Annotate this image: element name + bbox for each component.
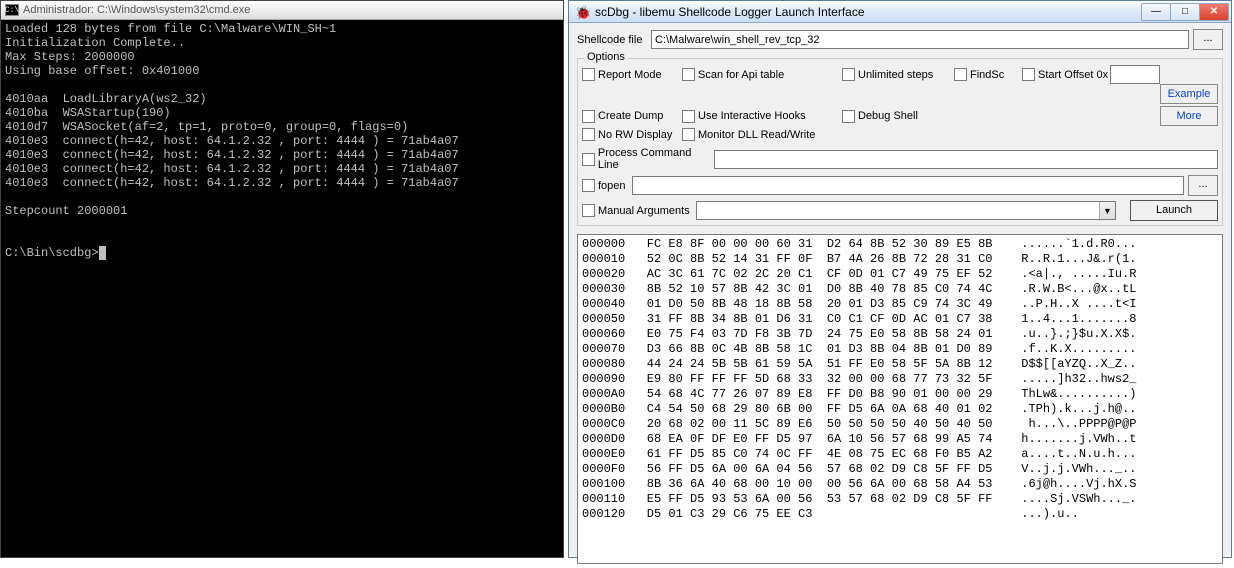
start-offset-input[interactable] xyxy=(1110,65,1160,84)
window-buttons: — □ ✕ xyxy=(1142,3,1229,21)
shellcode-file-label: Shellcode file xyxy=(577,34,647,46)
use-hooks-checkbox[interactable]: Use Interactive Hooks xyxy=(682,110,842,123)
monitor-dll-checkbox[interactable]: Monitor DLL Read/Write xyxy=(682,128,815,141)
cmd-output[interactable]: Loaded 128 bytes from file C:\Malware\WI… xyxy=(1,20,563,262)
minimize-button[interactable]: — xyxy=(1141,3,1171,21)
report-mode-checkbox[interactable]: Report Mode xyxy=(582,68,682,81)
fopen-input[interactable] xyxy=(632,176,1184,195)
shellcode-file-input[interactable] xyxy=(651,30,1189,49)
process-cmdline-checkbox[interactable]: Process Command Line xyxy=(582,147,714,171)
cmd-window: C:\ Administrador: C:\Windows\system32\c… xyxy=(0,0,564,558)
bug-icon: 🐞 xyxy=(575,5,589,19)
fopen-checkbox[interactable]: fopen xyxy=(582,179,632,192)
options-legend: Options xyxy=(584,51,628,63)
hex-dump-output[interactable]: 000000 FC E8 8F 00 00 00 60 31 D2 64 8B … xyxy=(577,234,1223,564)
cmd-title: Administrador: C:\Windows\system32\cmd.e… xyxy=(23,4,250,16)
process-cmdline-input[interactable] xyxy=(714,150,1218,169)
findsc-checkbox[interactable]: FindSc xyxy=(954,68,1022,81)
start-offset-checkbox[interactable]: Start Offset 0x xyxy=(1022,68,1108,81)
maximize-button[interactable]: □ xyxy=(1170,3,1200,21)
scdbg-body: Shellcode file ... Options Report Mode S… xyxy=(569,23,1231,568)
scdbg-title: scDbg - libemu Shellcode Logger Launch I… xyxy=(595,5,865,19)
unlimited-steps-checkbox[interactable]: Unlimited steps xyxy=(842,68,954,81)
no-rw-checkbox[interactable]: No RW Display xyxy=(582,128,682,141)
scdbg-titlebar[interactable]: 🐞 scDbg - libemu Shellcode Logger Launch… xyxy=(569,1,1231,23)
shellcode-file-row: Shellcode file ... xyxy=(577,29,1223,50)
debug-shell-checkbox[interactable]: Debug Shell xyxy=(842,110,954,123)
more-button[interactable]: More xyxy=(1160,106,1218,126)
scan-api-checkbox[interactable]: Scan for Api table xyxy=(682,68,842,81)
options-frame: Options Report Mode Scan for Api table U… xyxy=(577,58,1223,226)
close-button[interactable]: ✕ xyxy=(1199,3,1229,21)
cmd-titlebar[interactable]: C:\ Administrador: C:\Windows\system32\c… xyxy=(1,1,563,20)
manual-args-checkbox[interactable]: Manual Arguments xyxy=(582,204,696,217)
chevron-down-icon: ▼ xyxy=(1099,202,1115,219)
scdbg-window: 🐞 scDbg - libemu Shellcode Logger Launch… xyxy=(568,0,1232,558)
fopen-browse-button[interactable]: ... xyxy=(1188,175,1218,196)
browse-button[interactable]: ... xyxy=(1193,29,1223,50)
example-button[interactable]: Example xyxy=(1160,84,1218,104)
launch-button[interactable]: Launch xyxy=(1130,200,1218,221)
create-dump-checkbox[interactable]: Create Dump xyxy=(582,110,682,123)
manual-args-combo[interactable]: ▼ xyxy=(696,201,1116,220)
cmd-icon: C:\ xyxy=(5,4,19,16)
